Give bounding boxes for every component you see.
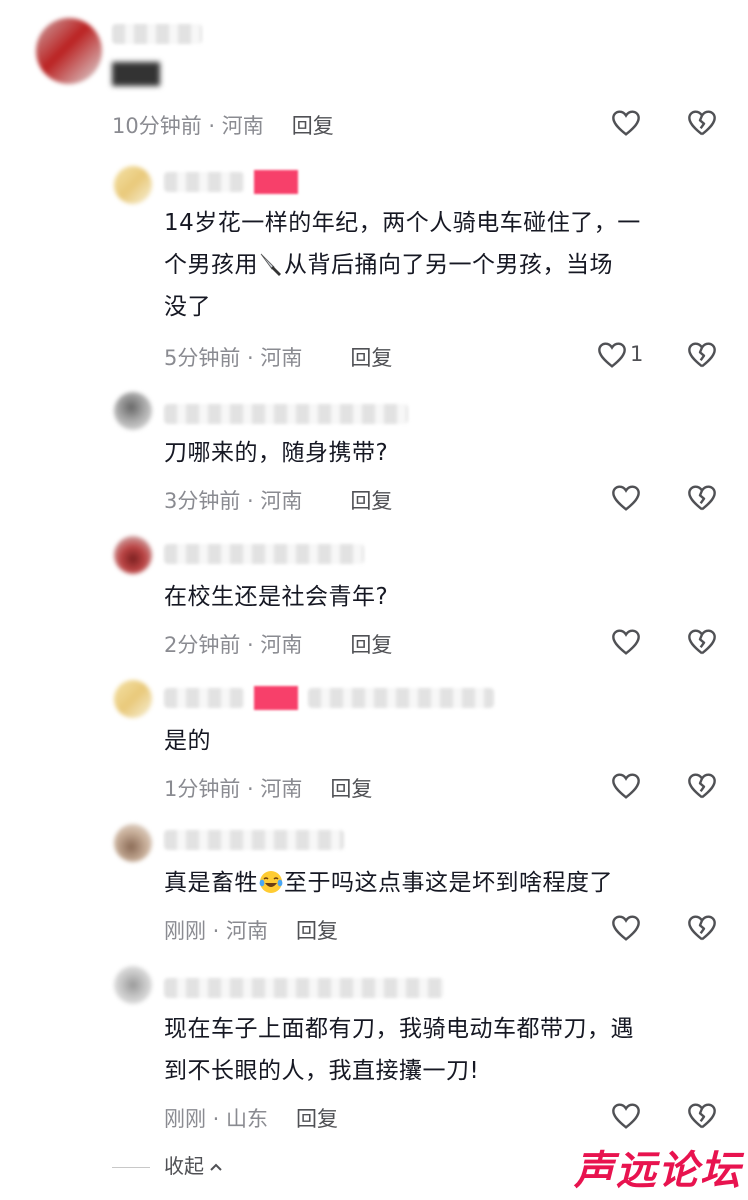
comment-text: 是的 [164, 728, 211, 754]
collapse-replies-button[interactable]: 收起 [112, 1150, 224, 1179]
comment-meta: 10分钟前 · 河南 回复 [112, 110, 334, 140]
broken-heart-icon[interactable] [686, 626, 718, 658]
username-redacted[interactable] [164, 172, 244, 192]
comment-text: 刀哪来的，随身携带? [164, 440, 389, 466]
broken-heart-icon[interactable] [686, 1100, 718, 1132]
knife-emoji-icon [260, 253, 281, 276]
comment-meta: 刚刚 · 山东 回复 [164, 1103, 338, 1133]
comment-time: 1分钟前 · 河南 [164, 777, 303, 801]
broken-heart-icon[interactable] [686, 912, 718, 944]
heart-icon[interactable] [610, 626, 642, 658]
avatar[interactable] [114, 166, 152, 204]
heart-icon[interactable] [596, 339, 628, 371]
avatar[interactable] [114, 680, 152, 718]
username-redacted[interactable] [164, 978, 444, 998]
broken-heart-icon[interactable] [686, 482, 718, 514]
comment-time: 3分钟前 · 河南 [164, 489, 303, 513]
comment-time: 10分钟前 · 河南 [112, 114, 264, 138]
reply-button[interactable]: 回复 [330, 777, 372, 801]
avatar[interactable] [36, 18, 102, 84]
like-count: 1 [630, 342, 644, 366]
collapse-label: 收起 [164, 1154, 204, 1178]
username-redacted[interactable] [164, 688, 244, 708]
username-redacted[interactable] [112, 24, 202, 44]
heart-icon[interactable] [610, 1100, 642, 1132]
username-redacted[interactable] [164, 544, 364, 564]
comment-meta: 1分钟前 · 河南 回复 [164, 773, 372, 803]
tears-of-joy-emoji-icon [259, 871, 283, 893]
username-redacted[interactable] [164, 830, 344, 850]
comment-text: 真是畜牲 至于吗这点事这是坏到啥程度了 [164, 870, 613, 896]
comment-text: 在校生还是社会青年? [164, 584, 389, 610]
comment-text: 现在车子上面都有刀，我骑电动车都带刀，遇 到不长眼的人，我直接攮一刀! [164, 1016, 634, 1084]
comment-meta: 刚刚 · 河南 回复 [164, 915, 338, 945]
avatar[interactable] [114, 966, 152, 1004]
reply-button[interactable]: 回复 [292, 114, 334, 138]
comment-time: 刚刚 · 河南 [164, 919, 269, 943]
comment-meta: 5分钟前 · 河南 回复 [164, 342, 392, 372]
divider [112, 1167, 150, 1168]
avatar[interactable] [114, 824, 152, 862]
reply-button[interactable]: 回复 [350, 489, 392, 513]
username-redacted [308, 688, 494, 708]
avatar[interactable] [114, 392, 152, 430]
user-badge [254, 686, 298, 710]
broken-heart-icon[interactable] [686, 770, 718, 802]
heart-icon[interactable] [610, 912, 642, 944]
comment-meta: 3分钟前 · 河南 回复 [164, 485, 392, 515]
heart-icon[interactable] [610, 482, 642, 514]
avatar[interactable] [114, 536, 152, 574]
heart-icon[interactable] [610, 770, 642, 802]
comment-meta: 2分钟前 · 河南 回复 [164, 629, 392, 659]
reply-button[interactable]: 回复 [350, 633, 392, 657]
comment-time: 2分钟前 · 河南 [164, 633, 303, 657]
username-redacted[interactable] [164, 404, 408, 424]
broken-heart-icon[interactable] [686, 107, 718, 139]
comment-time: 刚刚 · 山东 [164, 1107, 269, 1131]
comment-time: 5分钟前 · 河南 [164, 346, 303, 370]
comment-text: 14岁花一样的年纪，两个人骑电车碰住了，一 个男孩用 从背后捅向了另一个男孩，当场… [164, 210, 641, 320]
reply-button[interactable]: 回复 [296, 1107, 338, 1131]
user-badge [254, 170, 298, 194]
heart-icon[interactable] [610, 107, 642, 139]
reply-button[interactable]: 回复 [350, 346, 392, 370]
comment-text-redacted [112, 62, 160, 86]
watermark: 声远论坛 [574, 1148, 742, 1194]
chevron-up-icon [210, 1163, 222, 1171]
broken-heart-icon[interactable] [686, 339, 718, 371]
reply-button[interactable]: 回复 [296, 919, 338, 943]
